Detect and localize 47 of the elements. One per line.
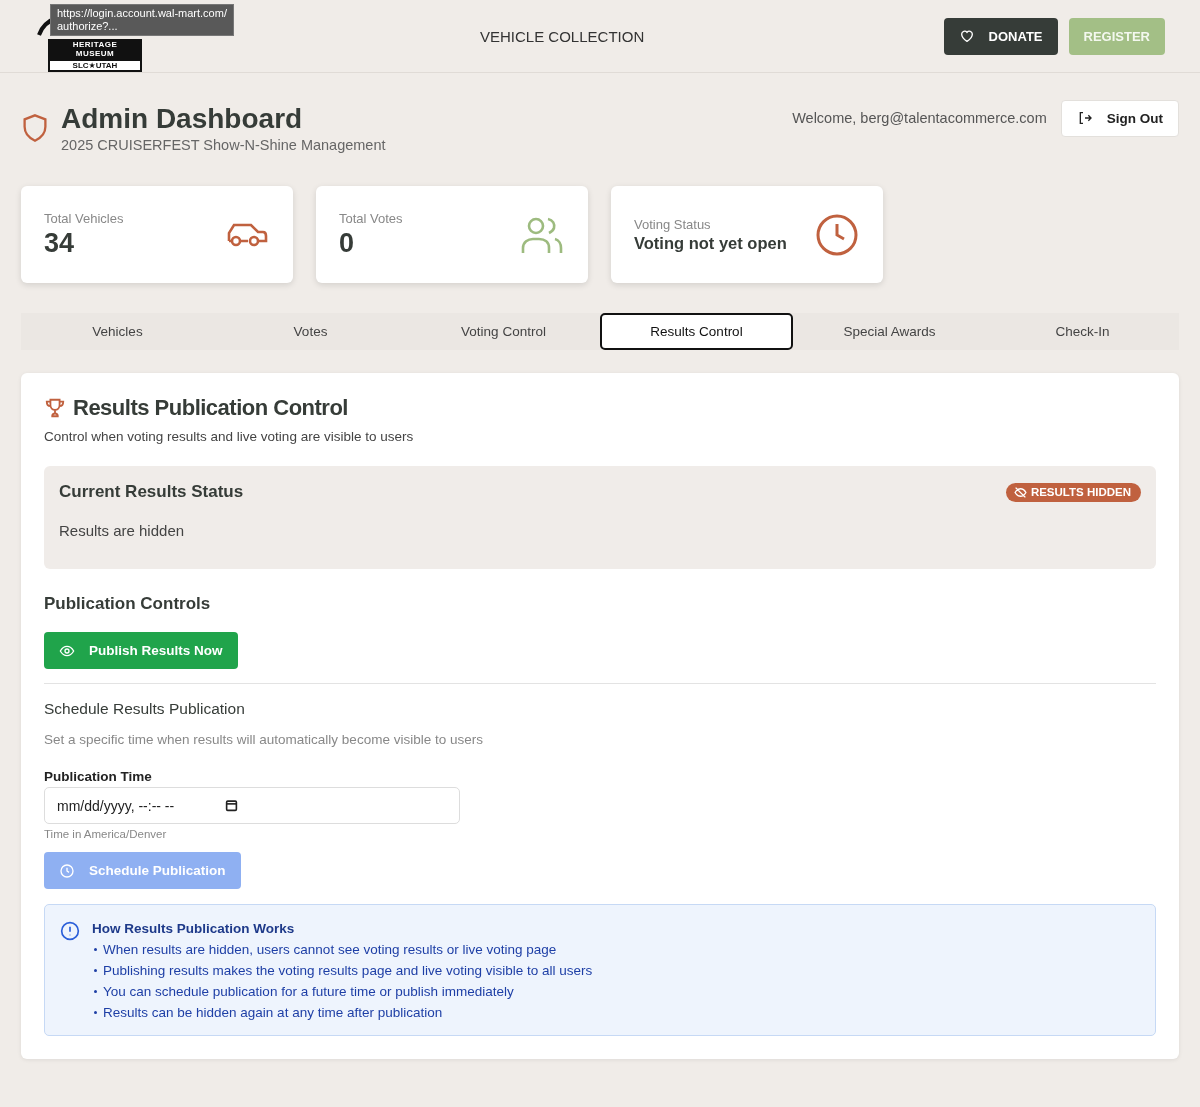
bullet-icon [94,969,97,972]
tab[interactable]: Results Control [600,313,793,350]
schedule-title: Schedule Results Publication [44,700,246,718]
info-item: Publishing results makes the voting results page and live voting visible to all users [103,963,593,978]
link-tooltip: https://login.account.wal-mart.com/ authorize?... [50,4,234,36]
calendar-icon [225,799,238,812]
section-title: Publication Controls [44,594,212,614]
info-item: When results are hidden, users cannot see voting results or live voting page [103,942,557,957]
stat-value: 34 [44,227,76,259]
tab[interactable]: Vehicles [21,313,214,350]
stat-label: Voting Status [634,216,712,232]
bullet-icon [94,948,97,951]
logo-text: HERITAGE MUSEUM [48,38,142,59]
dashboard-title: Admin Dashboard [61,103,304,135]
tab[interactable]: Check-In [986,313,1179,350]
tab[interactable]: Voting Control [407,313,600,350]
schedule-description: Set a specific time when results will automatically become visible to users [44,732,484,747]
status-title: Current Results Status [59,482,244,502]
trophy-icon [44,397,66,419]
panel-description: Control when voting results and live voting are visible to users [44,429,415,444]
stat-label: Total Votes [339,210,403,226]
sign-out-button[interactable]: Sign Out [1060,99,1179,137]
info-item: You can schedule publication for a future time or publish immediately [103,984,514,999]
welcome-text: Welcome, berg@talentacommerce.com [792,110,1047,126]
field-hint: Time in America/Denver [44,828,168,840]
nav-link[interactable]: VEHICLE COLLECTION [480,27,645,45]
tab[interactable]: Special Awards [793,313,986,350]
panel-title: Results Publication Control [73,395,348,421]
status-badge: RESULTS HIDDEN [1005,482,1141,502]
bullet-icon [94,990,97,993]
info-item: Results can be hidden again at any time after publication [103,1005,443,1020]
stat-value: 0 [339,227,356,259]
bullet-icon [94,1011,97,1014]
stat-label: Total Vehicles [44,210,124,226]
tab[interactable]: Votes [214,313,407,350]
dashboard-subtitle: 2025 CRUISERFEST Show-N-Shine Management [61,137,386,153]
heart-icon [958,28,975,44]
status-text: Results are hidden [59,522,186,539]
shield-icon [21,113,49,143]
field-label: Publication Time [44,769,153,784]
info-icon [60,921,80,941]
stat-value: Voting not yet open [634,233,787,253]
info-title: How Results Publication Works [92,921,296,936]
eye-off-icon [1013,485,1027,499]
clock-icon [59,862,75,879]
donate-button[interactable]: DONATE [943,17,1058,55]
clock-icon [815,212,859,257]
